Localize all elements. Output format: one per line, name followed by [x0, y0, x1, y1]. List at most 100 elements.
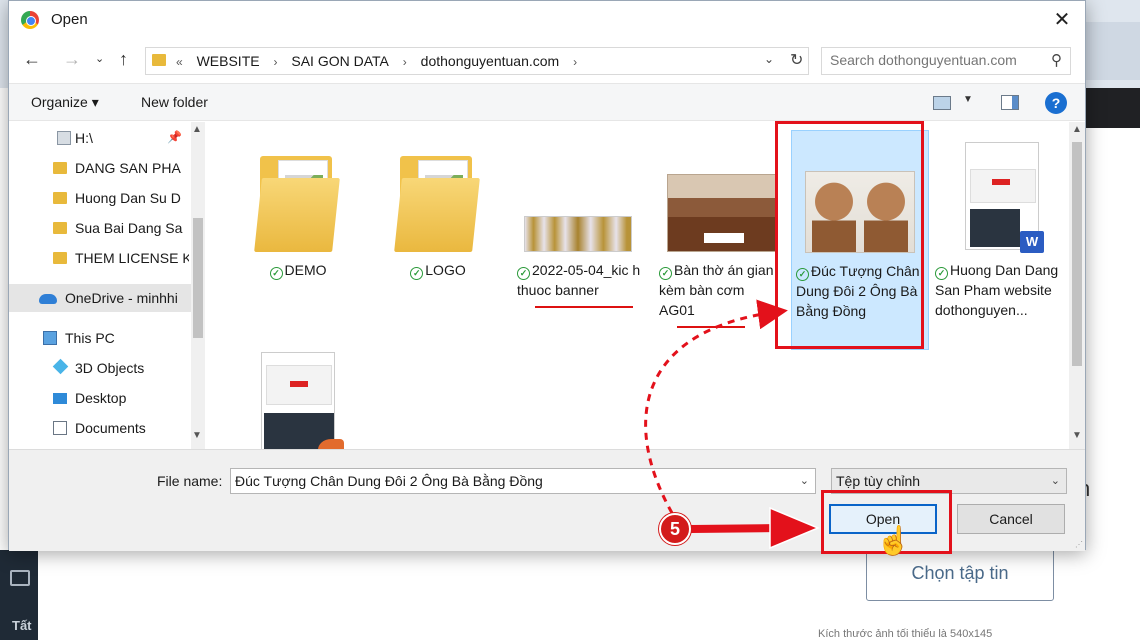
file-tile-document[interactable] — [229, 130, 367, 449]
nav-item-label: This PC — [65, 330, 115, 346]
cancel-button[interactable]: Cancel — [957, 504, 1065, 534]
file-name-field[interactable]: ⌄ — [230, 468, 816, 494]
scroll-up-icon[interactable]: ▲ — [192, 124, 202, 135]
refresh-icon[interactable]: ↻ — [790, 50, 803, 70]
onedrive-cloud-icon — [39, 294, 57, 304]
chevron-down-icon[interactable]: ⌄ — [1051, 474, 1060, 487]
nav-item-onedrive[interactable]: OneDrive - minhhi — [9, 284, 205, 312]
nav-item-folder[interactable]: DANG SAN PHA — [9, 154, 189, 182]
nav-item-label: Documents — [75, 420, 146, 436]
file-name: ✓ 2022-05-04_kic h thuoc banner — [517, 260, 643, 300]
file-name-text: Đúc Tượng Chân Dung Đôi 2 Ông Bà Bằng Đồ… — [796, 263, 920, 319]
recent-locations-chevron-icon[interactable]: ⌄ — [95, 52, 104, 65]
tray-icon — [10, 570, 30, 586]
file-type-select[interactable]: Tệp tùy chỉnh ⌄ — [831, 468, 1067, 494]
change-view-icon[interactable] — [933, 96, 951, 110]
open-file-dialog: Open ✕ ← → ⌄ ↑ « WEBSITE › SAI GON DATA … — [8, 0, 1086, 551]
nav-item-label: Sua Bai Dang Sa — [75, 220, 183, 236]
drive-icon — [57, 131, 71, 145]
red-underline — [677, 326, 745, 328]
image-thumbnail — [805, 171, 915, 253]
nav-item-folder[interactable]: Huong Dan Su D — [9, 184, 189, 212]
search-box[interactable]: ⚲ — [821, 47, 1071, 75]
search-icon[interactable]: ⚲ — [1051, 51, 1062, 69]
close-icon[interactable]: ✕ — [1049, 7, 1075, 33]
chrome-icon — [21, 11, 39, 29]
breadcrumb-sai-gon-data[interactable]: SAI GON DATA — [291, 53, 389, 69]
file-name-text: LOGO — [425, 262, 466, 278]
desktop-icon — [53, 393, 67, 404]
nav-item-folder[interactable]: Sua Bai Dang Sa — [9, 214, 189, 242]
navigation-scrollbar[interactable]: ▲ ▼ — [191, 122, 205, 449]
scrollbar-thumb[interactable] — [1072, 142, 1082, 366]
sync-check-icon: ✓ — [410, 267, 424, 280]
sync-check-icon: ✓ — [659, 267, 672, 280]
pin-icon[interactable]: 📌 — [167, 130, 182, 144]
nav-item-3d-objects[interactable]: 3D Objects — [9, 354, 189, 382]
scroll-down-icon[interactable]: ▼ — [192, 430, 202, 441]
preview-pane-icon[interactable] — [1001, 95, 1019, 110]
nav-item-label: OneDrive - minhhi — [65, 290, 178, 306]
address-bar[interactable]: « WEBSITE › SAI GON DATA › dothonguyentu… — [145, 47, 809, 75]
resize-grip-icon[interactable]: ⋰ — [1075, 540, 1083, 549]
command-toolbar: Organize ▾ New folder ▼ ? — [9, 83, 1085, 121]
file-tile-bronze-bust[interactable]: ✓ Đúc Tượng Chân Dung Đôi 2 Ông Bà Bằng Đ… — [791, 130, 929, 350]
background-footnote: Kích thước ảnh tối thiểu là 540x145 — [818, 628, 993, 640]
computer-icon — [43, 331, 57, 345]
nav-item-label: H:\ — [75, 130, 93, 146]
scrollbar-thumb[interactable] — [193, 218, 203, 338]
file-name-text: Huong Dan Dang San Pham website dothongu… — [935, 262, 1059, 318]
nav-item-desktop[interactable]: Desktop — [9, 384, 189, 412]
background-sidebar: Tất — [0, 550, 38, 640]
background-dark-bar — [1086, 88, 1140, 128]
file-name-input[interactable] — [235, 473, 785, 489]
search-input[interactable] — [830, 52, 1040, 68]
chevron-down-icon[interactable]: ⌄ — [800, 474, 809, 487]
forward-arrow-icon[interactable]: → — [63, 49, 81, 70]
file-tile-word-guide[interactable]: W ✓ Huong Dan Dang San Pham website dotho… — [933, 130, 1069, 350]
chevron-down-icon[interactable]: ⌄ — [764, 52, 774, 66]
breadcrumb-website[interactable]: WEBSITE — [197, 53, 260, 69]
scroll-down-icon[interactable]: ▼ — [1072, 430, 1082, 441]
chevron-right-icon[interactable]: › — [403, 55, 407, 69]
breadcrumb-overflow[interactable]: « — [176, 55, 183, 69]
back-arrow-icon[interactable]: ← — [23, 49, 41, 70]
hand-cursor-icon: ☝ — [876, 525, 911, 556]
new-folder-button[interactable]: New folder — [141, 94, 208, 110]
nav-item-documents[interactable]: Documents — [9, 414, 189, 442]
file-list-scrollbar[interactable]: ▲ ▼ — [1069, 122, 1085, 449]
chevron-right-icon[interactable]: › — [273, 55, 277, 69]
dialog-title: Open — [51, 11, 88, 28]
file-tile-banner[interactable]: ✓ 2022-05-04_kic h thuoc banner — [509, 130, 647, 350]
documents-icon — [53, 421, 67, 435]
file-name: ✓ Huong Dan Dang San Pham website dothong… — [935, 260, 1069, 320]
breadcrumb: « WEBSITE › SAI GON DATA › dothonguyentu… — [176, 53, 587, 69]
sidebar-text: Tất — [12, 618, 32, 633]
nav-item-folder[interactable]: THEM LICENSE K — [9, 244, 189, 272]
file-name-text: 2022-05-04_kic h thuoc banner — [517, 262, 641, 298]
document-thumbnail — [261, 352, 344, 449]
chevron-down-icon[interactable]: ▼ — [963, 94, 973, 105]
folder-icon — [53, 162, 67, 174]
organize-menu-button[interactable]: Organize ▾ — [31, 94, 99, 111]
file-name: ✓ LOGO — [373, 260, 503, 280]
file-type-value: Tệp tùy chỉnh — [836, 473, 921, 489]
image-thumbnail — [667, 174, 777, 252]
file-tile-altar[interactable]: ✓ Bàn thờ án gian kèm bàn cơm AG01 — [653, 130, 791, 350]
breadcrumb-dothonguyentuan[interactable]: dothonguyentuan.com — [421, 53, 560, 69]
up-arrow-icon[interactable]: ↑ — [119, 49, 128, 70]
file-tile-logo[interactable]: ✓ LOGO — [369, 130, 507, 350]
title-bar: Open ✕ — [9, 1, 1085, 39]
nav-item-this-pc[interactable]: This PC — [9, 324, 189, 352]
file-name: ✓ Bàn thờ án gian kèm bàn cơm AG01 — [659, 260, 783, 320]
help-icon[interactable]: ? — [1045, 92, 1067, 114]
folder-icon — [152, 54, 166, 66]
navigation-pane: H:\ 📌 DANG SAN PHA Huong Dan Su D Sua Ba… — [9, 122, 205, 449]
nav-item-h-drive[interactable]: H:\ 📌 — [9, 124, 189, 152]
powerpoint-icon — [318, 439, 344, 449]
chevron-right-icon[interactable]: › — [573, 55, 577, 69]
word-icon: W — [1020, 231, 1044, 253]
scroll-up-icon[interactable]: ▲ — [1072, 124, 1082, 135]
folder-icon — [394, 152, 480, 252]
nav-item-label: DANG SAN PHA — [75, 160, 181, 176]
